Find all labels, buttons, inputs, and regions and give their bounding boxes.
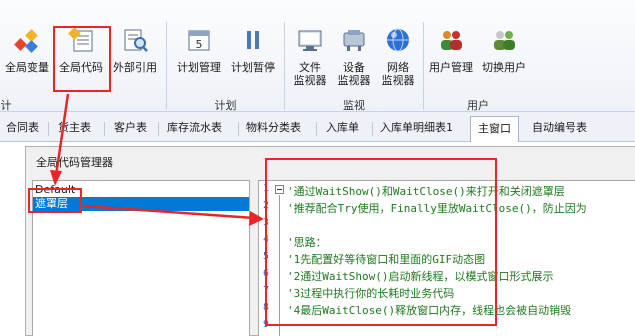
external-reference-label: 外部引用 — [113, 61, 157, 74]
schedule-pause-label: 计划暂停 — [231, 61, 275, 74]
tab-auto-number[interactable]: 自动编号表 — [532, 118, 587, 138]
annotation-box-code — [265, 158, 497, 326]
switch-user-button[interactable]: 切换用户 — [478, 24, 530, 84]
external-reference-button[interactable]: 外部引用 — [108, 24, 162, 84]
file-monitor-label: 文件 监视器 — [293, 61, 327, 87]
tab-stock-flow[interactable]: 库存流水表 — [167, 118, 222, 138]
schedule-pause-button[interactable]: 计划暂停 — [227, 24, 279, 84]
group-label-monitor: 监视 — [343, 99, 365, 112]
annotation-box-global-code — [53, 26, 111, 92]
device-monitor-label: 设备 监视器 — [337, 61, 371, 87]
group-label-plan: 计划 — [214, 99, 237, 112]
tab-separator — [158, 122, 159, 136]
tab-inbound-detail[interactable]: 入库单明细表1 — [380, 118, 453, 138]
tab-main-window[interactable]: 主窗口 — [470, 116, 519, 142]
file-monitor-icon — [298, 30, 322, 51]
tab-separator — [48, 122, 49, 136]
switch-user-label: 切换用户 — [482, 61, 526, 74]
tab-customer[interactable]: 客户表 — [114, 118, 147, 138]
group-separator — [423, 22, 424, 110]
schedule-manage-label: 计划管理 — [177, 61, 221, 74]
tab-inbound[interactable]: 入库单 — [326, 118, 359, 138]
svg-text:5: 5 — [196, 38, 203, 51]
pause-icon — [247, 31, 259, 49]
file-monitor-button[interactable]: 文件 监视器 — [288, 24, 332, 87]
network-monitor-button[interactable]: 网络 监视器 — [376, 24, 420, 87]
global-variable-label: 全局变量 — [5, 61, 49, 74]
network-monitor-label: 网络 监视器 — [381, 61, 415, 87]
tab-separator — [372, 122, 373, 136]
tab-separator — [316, 122, 317, 136]
user-manage-icon — [441, 31, 462, 50]
group-label-user: 用户 — [467, 99, 489, 112]
dialog-title: 全局代码管理器 — [36, 156, 113, 169]
device-monitor-button[interactable]: 设备 监视器 — [332, 24, 376, 87]
annotation-box-tree-item — [28, 188, 82, 213]
group-separator — [284, 22, 285, 110]
tab-shipper[interactable]: 货主表 — [58, 118, 91, 138]
user-manage-label: 用户管理 — [429, 61, 473, 74]
global-variable-button[interactable]: 全局变量 — [2, 24, 52, 84]
group-separator — [166, 22, 167, 110]
user-manage-button[interactable]: 用户管理 — [426, 24, 476, 84]
external-reference-icon — [124, 29, 148, 52]
global-variable-icon — [14, 29, 38, 53]
group-label-left: 计 — [0, 99, 12, 112]
schedule-manage-icon: 5 — [188, 30, 210, 51]
tab-contract[interactable]: 合同表 — [6, 118, 39, 138]
schedule-manage-button[interactable]: 5 计划管理 — [172, 24, 226, 84]
document-tab-bar: 合同表 货主表 客户表 库存流水表 物料分类表 入库单 入库单明细表1 主窗口 … — [0, 112, 635, 142]
tab-separator — [238, 122, 239, 136]
tab-material-category[interactable]: 物料分类表 — [246, 118, 301, 138]
switch-user-icon — [494, 31, 515, 50]
device-monitor-icon — [343, 30, 365, 51]
network-monitor-icon — [387, 28, 409, 52]
tab-separator — [104, 122, 105, 136]
